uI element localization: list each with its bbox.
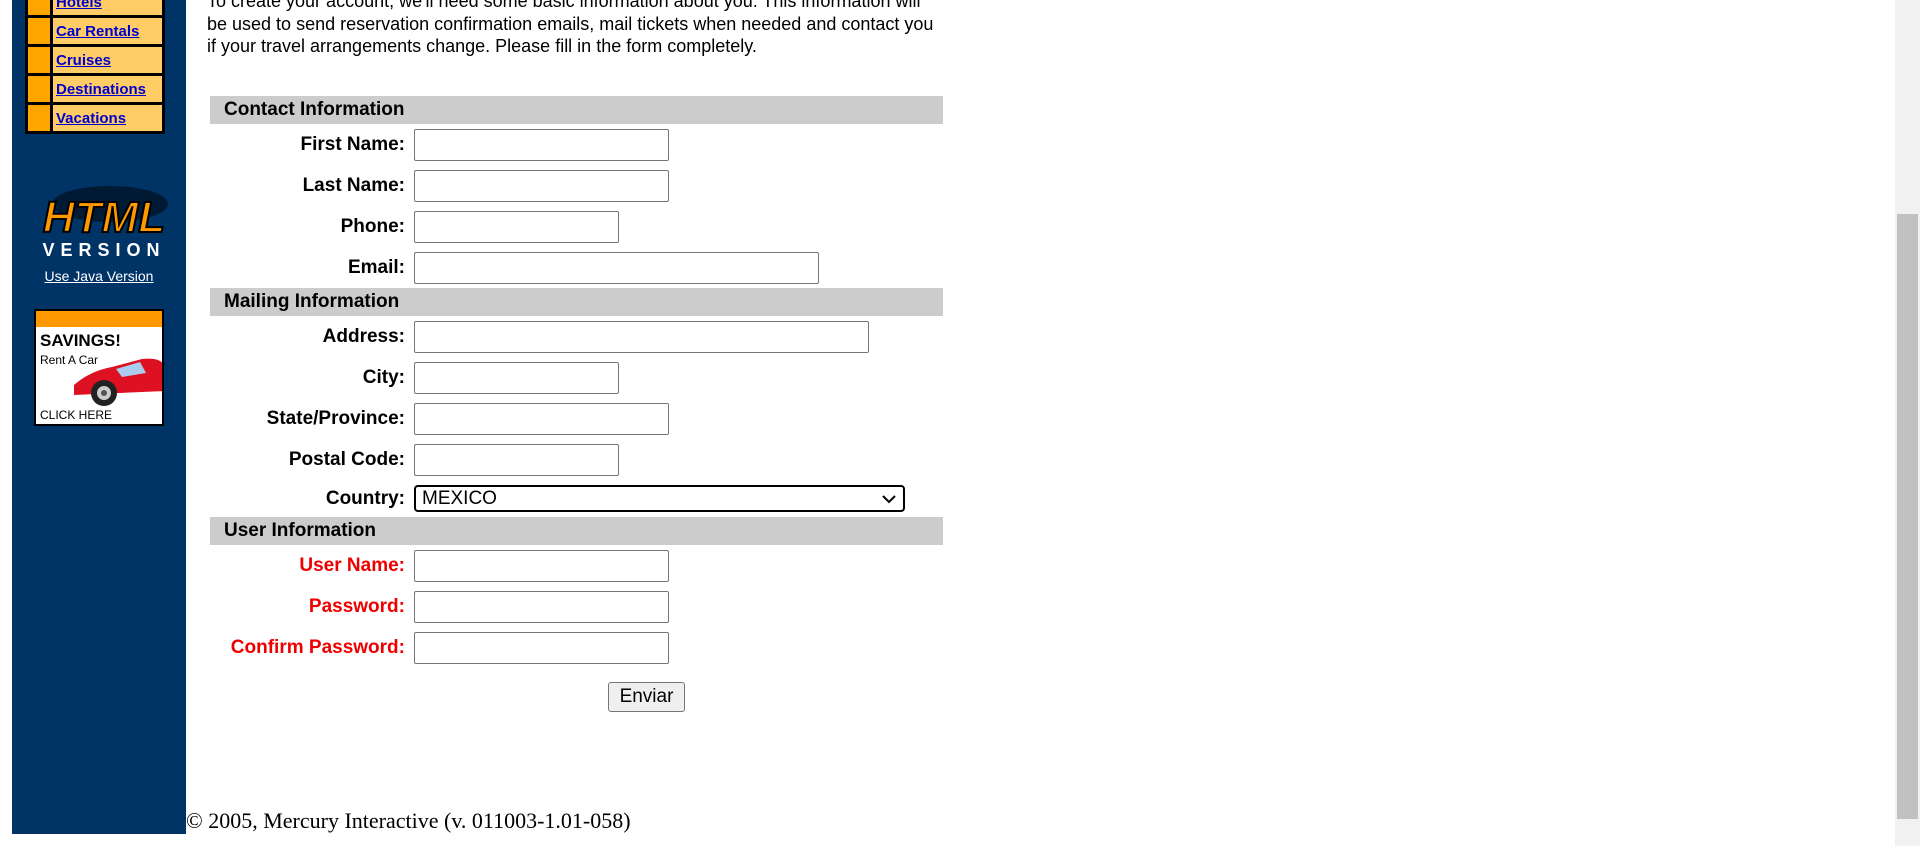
red-car-icon <box>74 358 162 406</box>
ad-title: SAVINGS! <box>40 331 121 350</box>
state-province-label: State/Province: <box>266 407 405 429</box>
logo-html-text: HTML <box>43 193 165 242</box>
address-input[interactable] <box>414 320 869 353</box>
html-version-logo: HTML VERSION <box>42 186 168 260</box>
nav-link-car-rentals[interactable]: Car Rentals <box>56 23 139 40</box>
ad-cta: CLICK HERE <box>40 408 113 422</box>
nav-bullet <box>28 76 50 102</box>
state-province-input[interactable] <box>414 402 669 435</box>
nav-link-destinations[interactable]: Destinations <box>56 81 146 98</box>
nav-link-cruises[interactable]: Cruises <box>56 52 111 69</box>
country-label: Country: <box>325 487 405 509</box>
intro-paragraph: To create your account, we'll need some … <box>207 0 934 56</box>
nav-item-car-rentals: Car Rentals <box>28 18 162 44</box>
city-label: City: <box>362 366 405 388</box>
enviar-button[interactable]: Enviar <box>607 682 686 712</box>
email-label: Email: <box>347 256 405 278</box>
first-name-input[interactable] <box>414 128 669 161</box>
confirm-password-label: Confirm Password: <box>230 636 405 658</box>
section-mailing-information: Mailing Information <box>210 288 943 316</box>
email-input[interactable] <box>414 251 819 284</box>
nav-item-hotels: Hotels <box>28 0 162 15</box>
nav-link-vacations[interactable]: Vacations <box>56 110 126 127</box>
row-address: Address: <box>210 316 943 357</box>
nav-bullet <box>28 0 50 15</box>
rent-a-car-ad[interactable]: SAVINGS! Rent A Car CLICK HERE <box>34 309 164 426</box>
user-name-label: User Name: <box>299 554 405 576</box>
confirm-password-input[interactable] <box>414 631 669 664</box>
country-selected-value: MEXICO <box>422 487 497 509</box>
submit-row: Enviar <box>210 682 943 712</box>
registration-form: Contact Information First Name: Last Nam… <box>210 96 943 712</box>
nav-bullet <box>28 18 50 44</box>
last-name-input[interactable] <box>414 169 669 202</box>
city-input[interactable] <box>414 361 619 394</box>
chevron-down-icon <box>882 494 896 503</box>
nav-item-vacations: Vacations <box>28 105 162 131</box>
left-sidebar: Hotels Car Rentals Cruises Destinations … <box>12 0 186 834</box>
password-label: Password: <box>308 595 405 617</box>
scrollbar-thumb[interactable] <box>1897 214 1918 819</box>
nav-link-hotels[interactable]: Hotels <box>56 0 102 11</box>
phone-label: Phone: <box>340 215 405 237</box>
vertical-scrollbar[interactable] <box>1895 0 1920 846</box>
nav-item-cruises: Cruises <box>28 47 162 73</box>
section-contact-information: Contact Information <box>210 96 943 124</box>
password-input[interactable] <box>414 590 669 623</box>
phone-input[interactable] <box>414 210 619 243</box>
row-user-name: User Name: <box>210 545 943 586</box>
postal-code-label: Postal Code: <box>288 448 405 470</box>
row-password: Password: <box>210 586 943 627</box>
row-country: Country: MEXICO <box>210 480 943 517</box>
row-confirm-password: Confirm Password: <box>210 627 943 668</box>
row-state: State/Province: <box>210 398 943 439</box>
row-city: City: <box>210 357 943 398</box>
use-java-version-link[interactable]: Use Java Version <box>12 268 186 284</box>
row-postal-code: Postal Code: <box>210 439 943 480</box>
logo-version-text: VERSION <box>42 240 165 260</box>
last-name-label: Last Name: <box>302 174 405 196</box>
nav-menu: Hotels Car Rentals Cruises Destinations … <box>25 0 165 134</box>
address-label: Address: <box>322 325 405 347</box>
postal-code-input[interactable] <box>414 443 619 476</box>
user-name-input[interactable] <box>414 549 669 582</box>
row-email: Email: <box>210 247 943 288</box>
first-name-label: First Name: <box>300 133 405 155</box>
nav-bullet <box>28 105 50 131</box>
nav-item-destinations: Destinations <box>28 76 162 102</box>
row-phone: Phone: <box>210 206 943 247</box>
country-select[interactable]: MEXICO <box>414 485 905 512</box>
section-user-information: User Information <box>210 517 943 545</box>
row-first-name: First Name: <box>210 124 943 165</box>
row-last-name: Last Name: <box>210 165 943 206</box>
nav-bullet <box>28 47 50 73</box>
copyright-footer: © 2005, Mercury Interactive (v. 011003-1… <box>186 808 631 833</box>
